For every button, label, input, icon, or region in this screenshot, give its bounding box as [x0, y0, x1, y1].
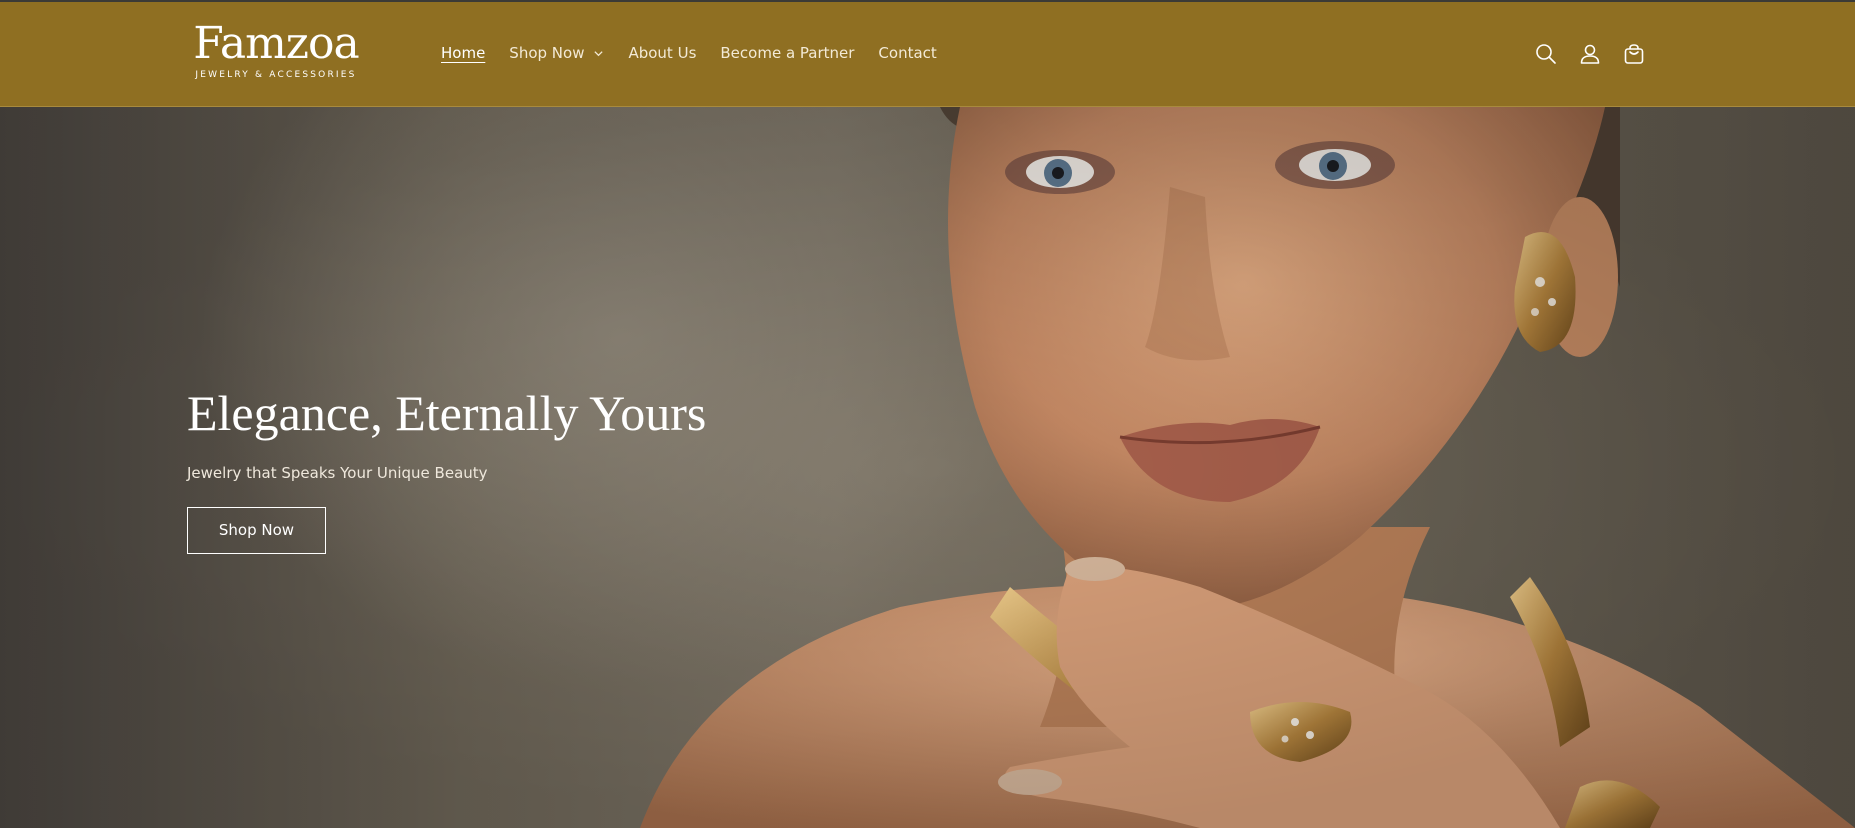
account-button[interactable] [1576, 40, 1604, 68]
search-button[interactable] [1532, 40, 1560, 68]
hero-title: Elegance, Eternally Yours [187, 385, 707, 441]
search-icon [1536, 44, 1556, 64]
cart-button[interactable] [1620, 40, 1648, 68]
site-header: Famzoa JEWELRY & ACCESSORIES Home Shop N… [0, 0, 1855, 107]
account-icon [1580, 44, 1600, 64]
hero-banner: Elegance, Eternally Yours Jewelry that S… [0, 107, 1855, 828]
nav-contact-label: Contact [878, 44, 937, 62]
header-icons [1532, 40, 1664, 68]
nav-shop-now-label: Shop Now [509, 44, 585, 62]
brand-logo[interactable]: Famzoa JEWELRY & ACCESSORIES [187, 18, 365, 81]
nav-become-partner[interactable]: Become a Partner [720, 44, 854, 62]
main-nav: Home Shop Now About Us Become a Partner … [441, 44, 961, 62]
hero-content: Elegance, Eternally Yours Jewelry that S… [187, 384, 706, 554]
nav-home[interactable]: Home [441, 44, 485, 62]
nav-home-label: Home [441, 44, 486, 62]
nav-about-us[interactable]: About Us [628, 44, 696, 62]
hero-shop-now-button[interactable]: Shop Now [187, 507, 326, 554]
brand-tagline: JEWELRY & ACCESSORIES [195, 70, 357, 80]
nav-become-partner-label: Become a Partner [720, 44, 855, 62]
chevron-down-icon [594, 50, 604, 56]
nav-contact[interactable]: Contact [878, 44, 936, 62]
brand-name: Famzoa [193, 18, 359, 69]
nav-shop-now[interactable]: Shop Now [509, 44, 604, 62]
nav-about-us-label: About Us [628, 44, 697, 62]
cart-icon [1624, 44, 1644, 64]
hero-subtitle: Jewelry that Speaks Your Unique Beauty [187, 464, 488, 482]
